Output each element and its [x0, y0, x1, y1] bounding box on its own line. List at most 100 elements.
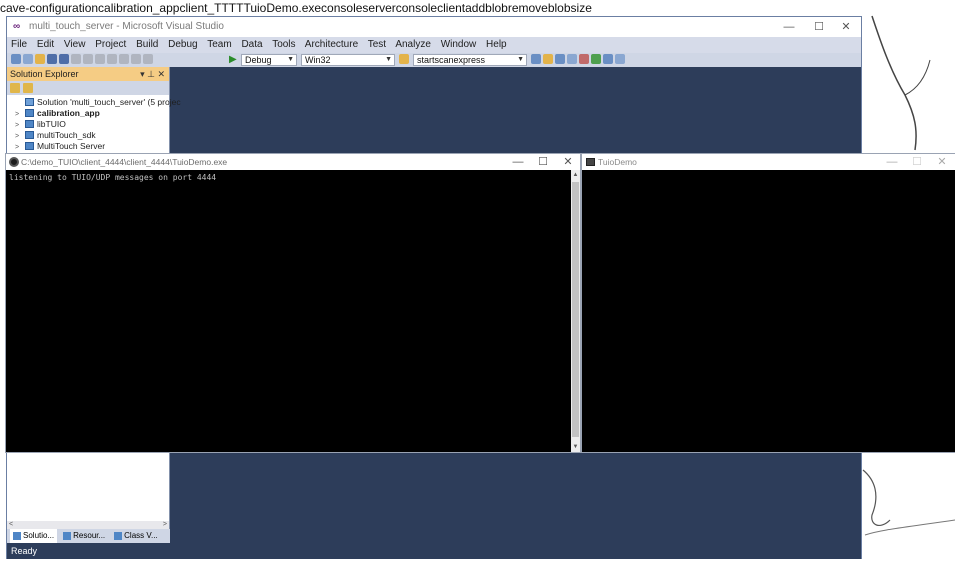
- show-all-files-icon[interactable]: [23, 83, 33, 93]
- project-icon: [25, 131, 34, 139]
- platform-select[interactable]: Win32 ▼: [301, 54, 395, 66]
- menu-debug[interactable]: Debug: [168, 39, 197, 50]
- new-project-icon[interactable]: [11, 54, 21, 64]
- save-icon[interactable]: [47, 54, 57, 64]
- tree-item-solution[interactable]: Solution 'multi_touch_server' (5 projec: [7, 97, 181, 108]
- resource-view-icon: [63, 532, 72, 540]
- properties-icon[interactable]: [543, 54, 553, 64]
- vs-close-button[interactable]: ✕: [831, 17, 861, 37]
- tree-item-multitouch-sdk[interactable]: > multiTouch_sdk: [7, 130, 169, 141]
- menu-data[interactable]: Data: [241, 39, 262, 50]
- stray-text: cave-configurationcalibration_appclient_…: [0, 1, 592, 15]
- scroll-right-icon[interactable]: >: [163, 521, 167, 529]
- vs-maximize-button[interactable]: ☐: [804, 17, 834, 37]
- navigate-back-icon[interactable]: [131, 54, 141, 64]
- find-in-files-icon[interactable]: [399, 54, 409, 66]
- copy-icon[interactable]: [83, 54, 93, 64]
- panel-controls[interactable]: ▾ ⊥ ✕: [140, 67, 165, 81]
- vs-menu-bar: File Edit View Project Build Debug Team …: [7, 37, 861, 53]
- find-combo[interactable]: startscanexpress ▼: [413, 54, 527, 66]
- scroll-down-icon[interactable]: ▼: [571, 444, 580, 450]
- console-title-bar[interactable]: C:\demo_TUIO\client_4444\client_4444\Tui…: [6, 154, 580, 170]
- tree-item-multitouch-server[interactable]: > MultiTouch Server: [7, 141, 169, 152]
- chevron-down-icon: ▼: [385, 56, 392, 63]
- add-item-icon[interactable]: [23, 54, 33, 64]
- tree-item-label: MultiTouch Server: [37, 141, 106, 151]
- tools-icon[interactable]: [579, 54, 589, 64]
- expander-icon[interactable]: >: [15, 142, 25, 153]
- menu-help[interactable]: Help: [486, 39, 507, 50]
- menu-test[interactable]: Test: [368, 39, 386, 50]
- menu-tools[interactable]: Tools: [272, 39, 295, 50]
- object-browser-icon[interactable]: [555, 54, 565, 64]
- save-all-icon[interactable]: [59, 54, 69, 64]
- toolbar-file-icons[interactable]: [11, 54, 153, 66]
- scroll-left-icon[interactable]: <: [9, 521, 13, 529]
- solution-explorer-toolbar: [7, 81, 169, 95]
- vs-minimize-button[interactable]: —: [774, 17, 804, 37]
- solution-explorer-title: Solution Explorer: [10, 69, 79, 79]
- menu-edit[interactable]: Edit: [37, 39, 54, 50]
- desktop: cave-configurationcalibration_appclient_…: [0, 0, 955, 561]
- properties-icon[interactable]: [10, 83, 20, 93]
- undo-icon[interactable]: [107, 54, 117, 64]
- menu-analyze[interactable]: Analyze: [395, 39, 431, 50]
- tab-label: Class V...: [124, 531, 158, 540]
- tree-item-label: multiTouch_sdk: [37, 130, 96, 140]
- console-scrollbar[interactable]: ▲ ▼: [571, 170, 580, 452]
- open-file-icon[interactable]: [35, 54, 45, 64]
- tab-label: Resour...: [73, 531, 106, 540]
- project-icon: [25, 142, 34, 150]
- scrollbar-thumb[interactable]: [572, 182, 579, 437]
- console-close-button[interactable]: ✕: [553, 154, 580, 170]
- menu-architecture[interactable]: Architecture: [305, 39, 358, 50]
- solution-explorer-icon[interactable]: [531, 54, 541, 64]
- tuiodemo-app-icon: [586, 158, 595, 166]
- scroll-up-icon[interactable]: ▲: [571, 172, 580, 178]
- tree-item-label: libTUIO: [37, 119, 66, 129]
- status-bar: Ready: [7, 543, 861, 559]
- console-output[interactable]: listening to TUIO/UDP messages on port 4…: [6, 170, 571, 452]
- solution-tree: Solution 'multi_touch_server' (5 projec …: [7, 95, 181, 152]
- menu-build[interactable]: Build: [136, 39, 158, 50]
- start-debugging-icon[interactable]: ▶: [229, 54, 237, 66]
- menu-file[interactable]: File: [11, 39, 27, 50]
- vs-toolbar: ▶ Debug ▼ Win32 ▼ startscanexpress ▼: [7, 53, 861, 67]
- toolbox-icon[interactable]: [567, 54, 577, 64]
- cut-icon[interactable]: [71, 54, 81, 64]
- tree-item-calibration-app[interactable]: > calibration_app: [7, 108, 169, 119]
- console-window-title: C:\demo_TUIO\client_4444\client_4444\Tui…: [21, 157, 228, 167]
- toolbar-window-icons[interactable]: [531, 54, 625, 66]
- start-page-icon[interactable]: [603, 54, 613, 64]
- toolbar-options-icon[interactable]: [615, 54, 625, 64]
- tab-solution-explorer[interactable]: Solutio...: [10, 529, 58, 543]
- navigate-forward-icon[interactable]: [143, 54, 153, 64]
- redo-icon[interactable]: [119, 54, 129, 64]
- solution-explorer-icon: [13, 532, 21, 540]
- tab-resource-view[interactable]: Resour...: [60, 529, 108, 543]
- project-icon: [25, 109, 34, 117]
- tuiodemo-window-title: TuioDemo: [598, 157, 637, 167]
- vs-window-title: multi_touch_server - Microsoft Visual St…: [29, 21, 224, 32]
- tab-class-view[interactable]: Class V...: [111, 529, 161, 543]
- vs-title-bar[interactable]: ∞ multi_touch_server - Microsoft Visual …: [7, 17, 861, 37]
- extension-icon[interactable]: [591, 54, 601, 64]
- tuiodemo-title-bar[interactable]: TuioDemo — ☐ ✕: [582, 154, 955, 170]
- configuration-value: Debug: [245, 55, 272, 65]
- menu-project[interactable]: Project: [95, 39, 126, 50]
- menu-window[interactable]: Window: [441, 39, 477, 50]
- vs-logo-icon: ∞: [13, 21, 21, 32]
- solution-explorer-header[interactable]: Solution Explorer ▾ ⊥ ✕: [7, 67, 169, 81]
- paste-icon[interactable]: [95, 54, 105, 64]
- class-view-icon: [114, 532, 123, 540]
- menu-team[interactable]: Team: [207, 39, 231, 50]
- tuiodemo-canvas[interactable]: [582, 170, 955, 452]
- tree-item-libtuio[interactable]: > libTUIO: [7, 119, 169, 130]
- tab-label: Solutio...: [23, 531, 55, 540]
- find-value: startscanexpress: [417, 55, 486, 65]
- configuration-select[interactable]: Debug ▼: [241, 54, 297, 66]
- console-window: C:\demo_TUIO\client_4444\client_4444\Tui…: [5, 153, 581, 453]
- menu-view[interactable]: View: [64, 39, 86, 50]
- solution-horizontal-scrollbar[interactable]: < >: [7, 521, 169, 529]
- tuiodemo-close-button[interactable]: ✕: [927, 154, 955, 170]
